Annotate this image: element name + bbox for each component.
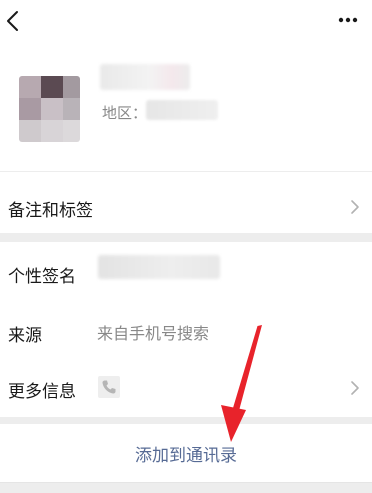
back-chevron-icon xyxy=(7,11,18,31)
source-label: 来源 xyxy=(8,326,42,346)
region-label: 地区： xyxy=(102,104,148,122)
more-button[interactable] xyxy=(334,12,362,28)
signature-label: 个性签名 xyxy=(8,267,76,287)
more-dots-icon xyxy=(338,17,358,23)
add-to-contacts-label: 添加到通讯录 xyxy=(135,446,237,466)
name-redacted xyxy=(100,64,190,90)
back-button[interactable] xyxy=(2,10,24,32)
source-value: 来自手机号搜索 xyxy=(97,324,210,343)
more-info-label: 更多信息 xyxy=(8,382,76,402)
signature-redacted xyxy=(98,255,220,279)
divider xyxy=(0,482,372,483)
chevron-right-icon xyxy=(351,200,359,214)
chevron-right-icon xyxy=(351,381,359,395)
remark-tags-label: 备注和标签 xyxy=(8,201,93,221)
avatar[interactable] xyxy=(19,76,80,142)
region-redacted xyxy=(146,100,218,120)
phone-icon xyxy=(98,376,120,398)
